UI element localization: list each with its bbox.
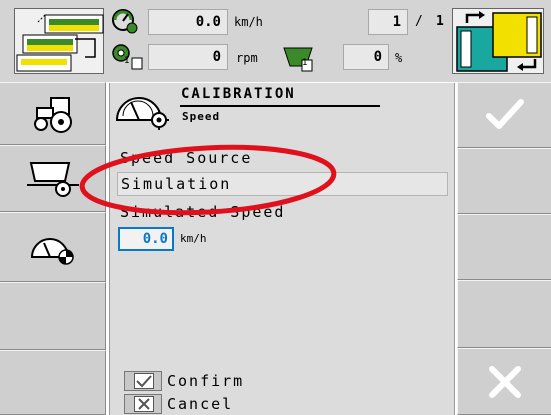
speed-calibration-button[interactable] — [0, 212, 106, 282]
simulated-speed-label: Simulated Speed — [120, 203, 286, 221]
checkmark-icon — [485, 99, 524, 129]
right-empty-button-4[interactable] — [457, 280, 551, 348]
percent-readout: 0 — [343, 44, 389, 70]
page-readout: 1 — [368, 9, 408, 35]
left-empty-button-5[interactable] — [0, 350, 106, 415]
percent-value: 0 — [373, 49, 382, 65]
simulated-speed-input[interactable]: 0.0 — [118, 227, 174, 251]
speed-unit: km/h — [234, 15, 263, 29]
tank-index: 1 — [302, 58, 308, 68]
swap-sections-button[interactable] — [452, 8, 544, 74]
rpm-value: 0 — [212, 49, 221, 65]
confirm-checkbox[interactable] — [124, 371, 162, 391]
simulated-speed-unit: km/h — [180, 232, 207, 245]
calibration-panel: CALIBRATION Speed Speed Source Simulatio… — [109, 83, 455, 415]
cancel-checkbox[interactable] — [124, 394, 162, 414]
title-divider — [180, 105, 380, 107]
right-empty-button-2[interactable] — [457, 148, 551, 214]
right-empty-button-3[interactable] — [457, 214, 551, 280]
confirm-action[interactable]: Confirm — [124, 371, 284, 391]
trailer-icon — [26, 161, 79, 197]
rpm-index: 1 — [124, 56, 130, 66]
tractor-button[interactable] — [0, 82, 106, 145]
speedometer-gauge-icon — [112, 9, 138, 34]
close-icon — [488, 365, 521, 398]
page-subtitle: Speed — [182, 110, 221, 123]
panel-header: CALIBRATION Speed — [110, 83, 456, 133]
speed-source-label: Speed Source — [120, 149, 253, 167]
swap-sections-icon — [456, 11, 542, 72]
rpm-unit: rpm — [236, 51, 258, 65]
status-bar: 0.0 km/h 1 / 1 1 0 rpm 1 0 % — [0, 0, 551, 82]
section-layout-button[interactable] — [14, 8, 104, 74]
speed-readout: 0.0 — [148, 9, 228, 35]
cancel-softkey[interactable] — [457, 348, 551, 415]
trailer-button[interactable] — [0, 145, 106, 212]
page-title: CALIBRATION — [181, 86, 296, 102]
confirm-label: Confirm — [167, 372, 245, 390]
cancel-action[interactable]: Cancel — [124, 394, 284, 414]
page-separator: / — [415, 14, 423, 29]
tank-icon — [283, 47, 313, 72]
confirm-softkey[interactable] — [457, 82, 551, 148]
page-current: 1 — [392, 14, 401, 30]
rpm-sensor-icon — [112, 44, 143, 70]
rpm-readout: 0 — [148, 44, 228, 70]
percent-unit: % — [395, 51, 403, 65]
cancel-label: Cancel — [167, 395, 234, 413]
speedometer-settings-icon — [115, 97, 169, 130]
section-layout-icon — [16, 14, 104, 72]
page-total: 1 — [436, 14, 444, 29]
speed-value: 0.0 — [195, 14, 221, 30]
tractor-icon — [33, 96, 72, 133]
left-empty-button-4[interactable] — [0, 282, 106, 350]
x-icon — [134, 396, 154, 412]
speedometer-icon — [30, 238, 74, 265]
check-icon — [134, 373, 154, 389]
speed-source-select[interactable]: Simulation — [117, 172, 448, 196]
